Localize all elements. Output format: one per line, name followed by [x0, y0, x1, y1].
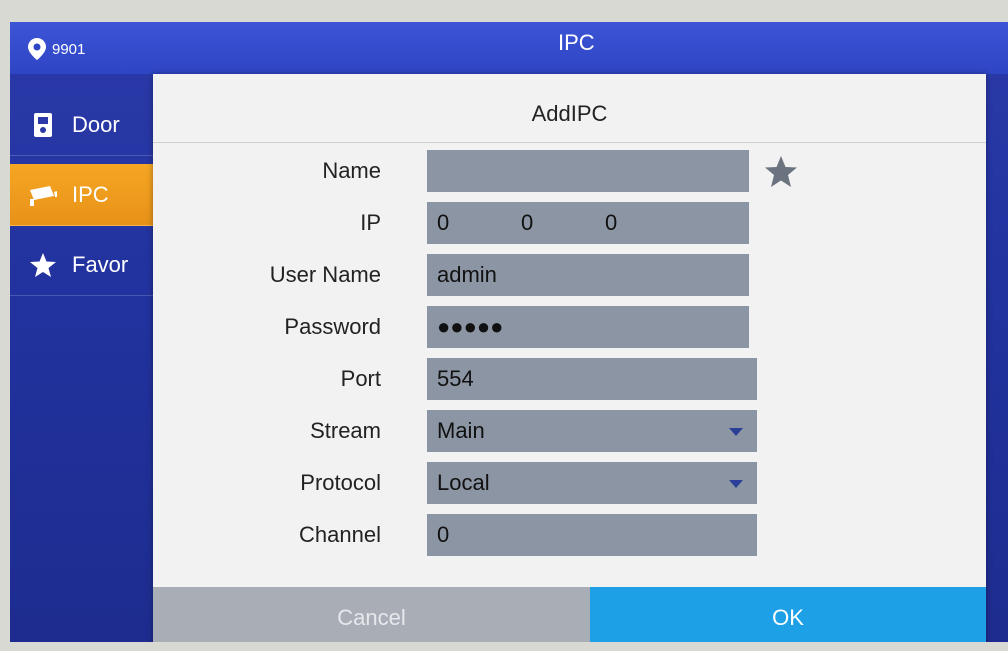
- channel-label: Channel: [299, 522, 381, 547]
- screen-title: IPC: [558, 30, 595, 55]
- star-icon: [30, 252, 56, 277]
- port-label: Port: [340, 366, 381, 391]
- location-pin-icon: [28, 38, 46, 60]
- protocol-select[interactable]: Local: [427, 462, 757, 504]
- password-field[interactable]: ●●●●●: [427, 306, 749, 348]
- stream-label: Stream: [310, 418, 381, 443]
- channel-row: Channel 0: [153, 514, 986, 556]
- sidebar-item-door[interactable]: Door: [10, 94, 155, 156]
- location-indicator: 9901: [28, 38, 85, 60]
- stream-select[interactable]: Main: [427, 410, 757, 452]
- cancel-button[interactable]: Cancel: [153, 587, 590, 642]
- name-field[interactable]: [427, 150, 749, 192]
- device-screen: 9901 IPC Door IPC Favor AddIPC Name IP 0…: [10, 22, 1008, 642]
- door-intercom-icon: [34, 112, 52, 137]
- password-label: Password: [284, 314, 381, 339]
- stream-value: Main: [437, 418, 485, 443]
- favorite-star-icon[interactable]: [761, 154, 801, 190]
- sidebar-item-ipc[interactable]: IPC: [10, 164, 155, 226]
- channel-field[interactable]: 0: [427, 514, 757, 556]
- protocol-label: Protocol: [300, 470, 381, 495]
- sidebar-item-favorites[interactable]: Favor: [10, 234, 155, 296]
- name-label: Name: [322, 158, 381, 183]
- ok-button[interactable]: OK: [590, 587, 986, 642]
- ip-octet-2[interactable]: 0: [521, 202, 605, 244]
- port-field[interactable]: 554: [427, 358, 757, 400]
- add-ipc-dialog: AddIPC Name IP 0000 User Name admin Pass…: [153, 74, 986, 642]
- name-row: Name: [153, 150, 986, 192]
- password-row: Password ●●●●●: [153, 306, 986, 348]
- username-label: User Name: [269, 262, 381, 287]
- location-text: 9901: [52, 40, 86, 58]
- ip-octet-3[interactable]: 0: [605, 202, 689, 244]
- dropdown-arrow-icon[interactable]: [729, 480, 743, 488]
- ip-row: IP 0000: [153, 202, 986, 277]
- username-row: User Name admin: [153, 254, 986, 296]
- top-bar: 9901 IPC: [10, 22, 1008, 74]
- sidebar-item-label: Door: [72, 111, 120, 137]
- username-field[interactable]: admin: [427, 254, 749, 296]
- port-row: Port 554: [153, 358, 986, 400]
- protocol-row: Protocol Local: [153, 462, 986, 504]
- dialog-title: AddIPC: [153, 74, 986, 143]
- camera-icon: [30, 185, 57, 206]
- ip-field[interactable]: 0000: [427, 202, 749, 277]
- protocol-value: Local: [437, 470, 490, 495]
- sidebar-item-label: Favor: [72, 251, 129, 277]
- ip-label: IP: [360, 210, 381, 235]
- dropdown-arrow-icon[interactable]: [729, 428, 743, 436]
- stream-row: Stream Main: [153, 410, 986, 452]
- sidebar-item-label: IPC: [72, 181, 109, 207]
- sidebar: Door IPC Favor: [10, 74, 155, 642]
- ip-octet-1[interactable]: 0: [437, 202, 521, 244]
